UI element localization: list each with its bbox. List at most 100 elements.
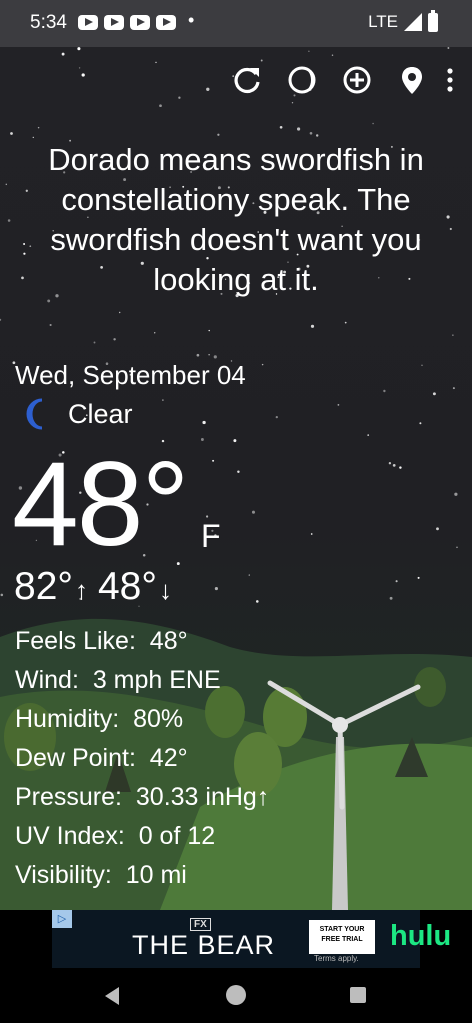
theme-button[interactable] [282, 60, 322, 100]
back-icon[interactable] [105, 987, 119, 1005]
star [275, 415, 278, 419]
ad-choices-icon[interactable]: ▷ [52, 910, 72, 928]
detail-value: 10 mi [125, 861, 187, 889]
star [454, 492, 458, 496]
toolbar [212, 60, 458, 100]
star [162, 399, 164, 401]
star [93, 341, 96, 344]
date-label: Wed, September 04 [15, 360, 246, 390]
star [392, 464, 396, 467]
more-vert-icon [447, 68, 453, 92]
youtube-icon [78, 15, 98, 30]
star [372, 122, 374, 125]
star [419, 422, 422, 425]
star [388, 462, 392, 465]
star [233, 439, 237, 443]
star [77, 47, 81, 51]
star [10, 132, 13, 135]
star [159, 104, 162, 108]
star [308, 50, 310, 52]
star [113, 338, 116, 341]
detail-value: 80% [133, 705, 184, 733]
star [367, 434, 370, 436]
detail-value: 3 mph ENE [92, 666, 221, 694]
more-options-button[interactable] [442, 60, 458, 100]
detail-feels-like: Feels Like: 48° [15, 622, 269, 661]
status-right: LTE [368, 9, 438, 32]
location-button[interactable] [392, 60, 432, 100]
detail-pressure: Pressure: 30.33 inHg↑ [15, 778, 269, 817]
ad-cta-line: START YOUR [319, 926, 365, 933]
star [37, 126, 40, 129]
star [421, 364, 423, 366]
detail-label: Pressure: [15, 783, 122, 811]
high-low: 82° ↑ 48° ↓ [14, 565, 182, 609]
detail-uv-index: UV Index: 0 of 12 [15, 817, 269, 856]
star [436, 527, 439, 531]
home-icon[interactable] [226, 985, 246, 1005]
detail-dew-point: Dew Point: 42° [15, 739, 269, 778]
ad-cta-line: FREE TRIAL [321, 936, 363, 943]
moon-icon [26, 398, 43, 430]
battery-icon [428, 9, 438, 32]
star [49, 323, 52, 327]
ad-cta-button[interactable]: START YOUR FREE TRIAL [309, 920, 375, 954]
detail-label: UV Index: [15, 822, 125, 850]
star [196, 353, 200, 357]
star [178, 96, 181, 99]
star [81, 73, 85, 77]
star [248, 574, 250, 576]
star [310, 324, 315, 328]
star [217, 133, 220, 136]
network-type: LTE [368, 12, 398, 31]
star [383, 389, 386, 393]
star [0, 593, 4, 597]
youtube-icon [156, 15, 176, 30]
star [154, 332, 156, 334]
navigation-bar [0, 970, 472, 1023]
detail-label: Feels Like: [15, 627, 136, 655]
detail-value: 48° [149, 627, 188, 655]
star [395, 580, 398, 583]
star [206, 87, 210, 91]
detail-label: Wind: [15, 666, 79, 694]
temperature-unit: F [201, 518, 221, 554]
star [331, 54, 334, 56]
current-temperature: 48° [12, 437, 189, 571]
status-bar: 5:34 • LTE [0, 0, 472, 47]
ad-title: THE BEAR [132, 930, 276, 960]
star [291, 102, 294, 104]
fun-fact-text: Dorado means swordfish in constellationy… [48, 142, 424, 297]
detail-label: Visibility: [15, 861, 112, 889]
add-location-button[interactable] [337, 60, 377, 100]
star [202, 420, 206, 425]
high-arrow-icon: ↑ [74, 575, 88, 605]
youtube-icon [104, 15, 124, 30]
ad-brand-logo: hulu [390, 920, 452, 952]
star [237, 470, 240, 474]
detail-value: 0 of 12 [138, 822, 216, 850]
low-arrow-icon: ↓ [158, 575, 172, 605]
star [389, 596, 393, 600]
star [399, 466, 402, 469]
detail-humidity: Humidity: 80% [15, 700, 269, 739]
star [279, 125, 283, 129]
notification-icons [78, 15, 176, 30]
refresh-button[interactable] [227, 60, 267, 100]
star [208, 329, 210, 332]
star [310, 533, 313, 535]
star [309, 131, 313, 135]
star [208, 354, 210, 356]
star [32, 136, 34, 139]
ad-banner[interactable]: FX THE BEAR START YOUR FREE TRIAL Terms … [52, 910, 451, 968]
detail-label: Humidity: [15, 705, 120, 733]
detail-value: 42° [149, 744, 188, 772]
star [447, 47, 450, 49]
star [0, 318, 2, 321]
recents-icon[interactable] [350, 987, 366, 1003]
high-temperature: 82° [14, 565, 73, 608]
refresh-icon [234, 67, 260, 94]
star [200, 438, 204, 441]
star [315, 134, 319, 137]
star [119, 311, 121, 314]
